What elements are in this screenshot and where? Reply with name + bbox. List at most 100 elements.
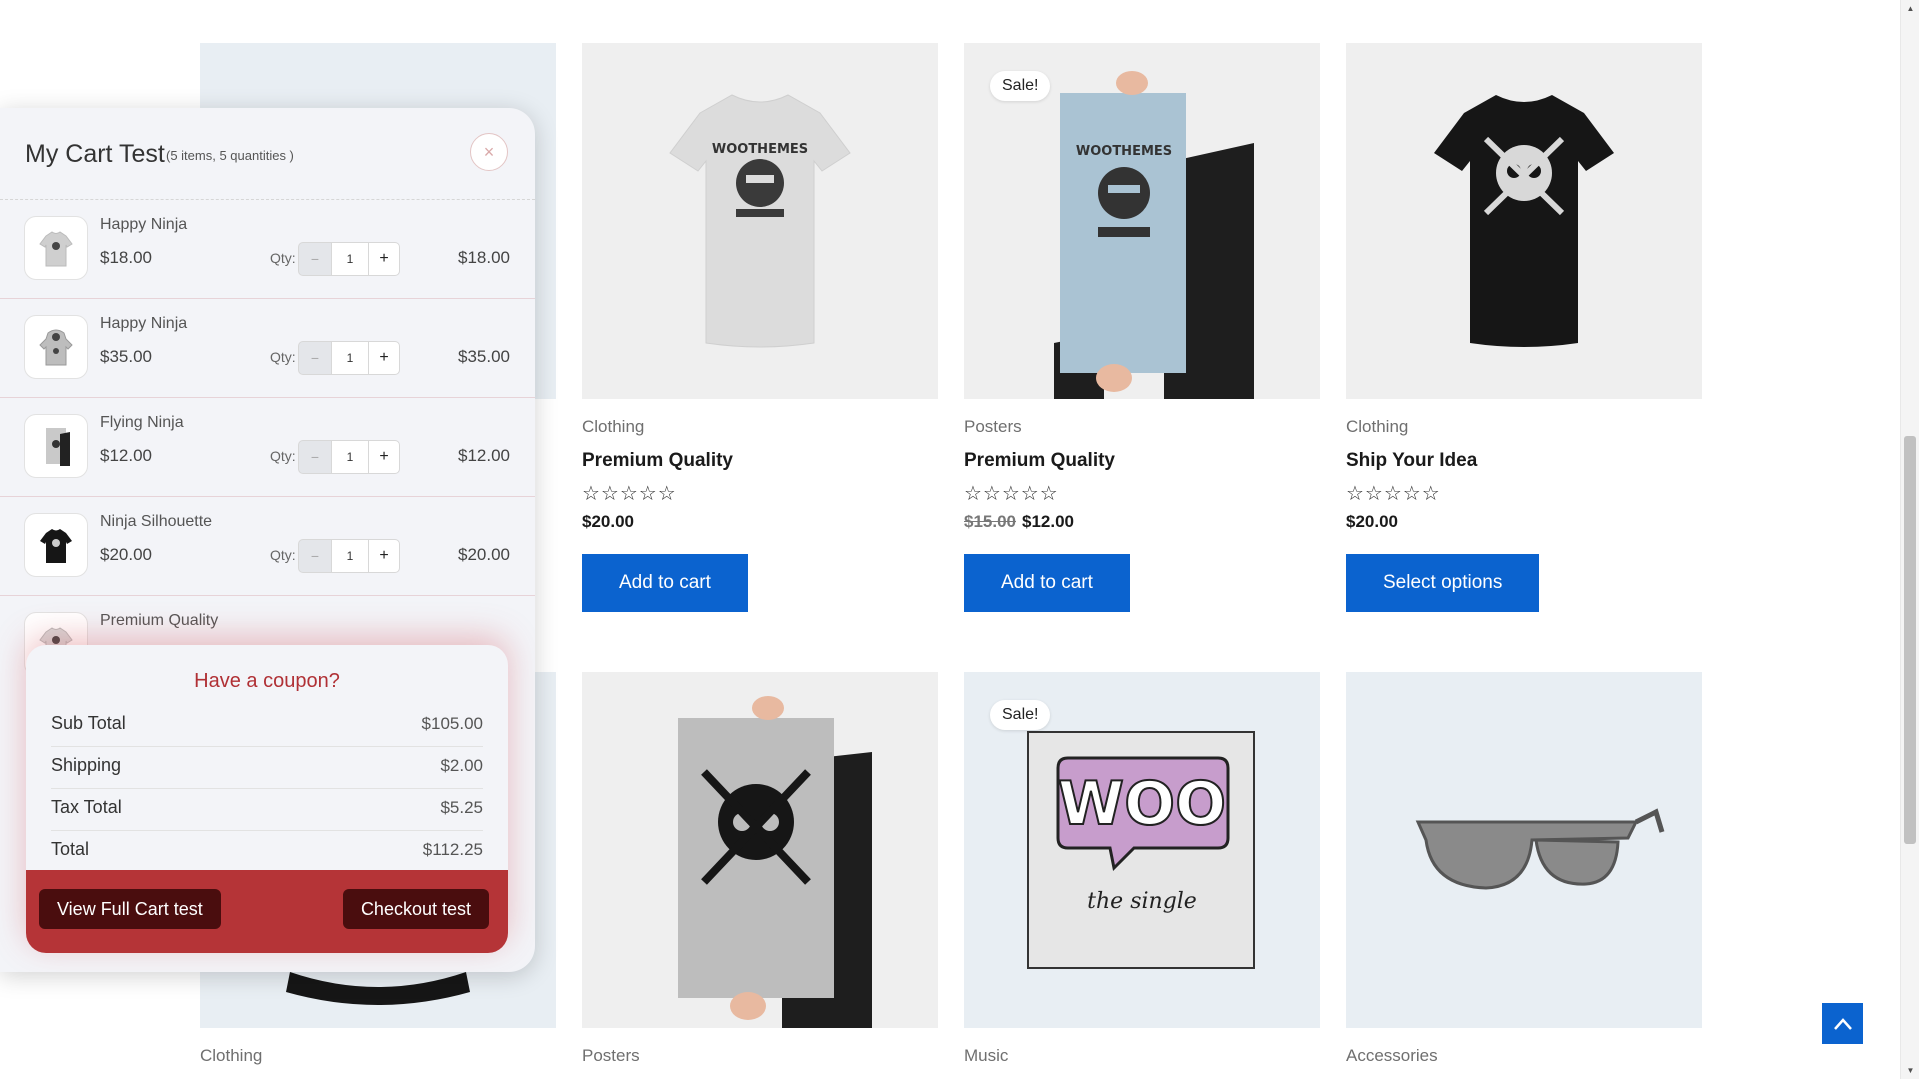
qty-input[interactable]: 1	[332, 341, 368, 375]
product-category[interactable]: Clothing	[582, 417, 644, 437]
cart-totals: Have a coupon? Sub Total $105.00 Shippin…	[26, 645, 508, 953]
sale-badge: Sale!	[990, 71, 1051, 101]
qty-decrease-button[interactable]: −	[298, 539, 332, 573]
scroll-down-icon[interactable]: ▼	[1901, 1062, 1919, 1079]
cart-item-thumbnail[interactable]	[24, 315, 88, 379]
cart-actions: View Full Cart test Checkout test	[26, 870, 508, 953]
cart-header: My Cart Test (5 items, 5 quantities ) ×	[0, 108, 535, 200]
cart-item-total: $18.00	[458, 248, 510, 267]
qty-label: Qty:	[270, 547, 296, 563]
product-image[interactable]: WOOTHEMES Sale!	[964, 43, 1320, 399]
qty-increase-button[interactable]: +	[368, 242, 400, 276]
single-art-text: the single	[1087, 889, 1197, 914]
cart-item: Happy Ninja $18.00 Qty: − 1 + $18.00	[0, 200, 535, 299]
cart-item-price: $20.00	[100, 545, 152, 564]
product-category[interactable]: Music	[964, 1046, 1008, 1066]
current-price: $20.00	[1346, 512, 1398, 531]
add-to-cart-button[interactable]: Add to cart	[582, 554, 748, 612]
product-image[interactable]: WOOTHEMES	[582, 43, 938, 399]
product-title[interactable]: Premium Quality	[964, 450, 1115, 472]
cart-item-name[interactable]: Happy Ninja	[100, 216, 187, 234]
cart-item-name[interactable]: Premium Quality	[100, 612, 218, 630]
coupon-link[interactable]: Have a coupon?	[26, 670, 508, 693]
tax-value: $5.25	[440, 798, 483, 817]
cart-item-name[interactable]: Ninja Silhouette	[100, 513, 212, 531]
total-label: Total	[51, 839, 90, 859]
cart-item-thumbnail[interactable]	[24, 216, 88, 280]
cart-count: (5 items, 5 quantities )	[166, 148, 294, 163]
shipping-row: Shipping $2.00	[51, 747, 483, 789]
cart-item: Flying Ninja $12.00 Qty: − 1 + $12.00	[0, 398, 535, 497]
qty-input[interactable]: 1	[332, 539, 368, 573]
sale-badge: Sale!	[990, 700, 1051, 730]
product-title[interactable]: Ship Your Idea	[1346, 450, 1477, 472]
cart-item-total: $35.00	[458, 347, 510, 366]
current-price: $20.00	[582, 512, 634, 531]
product-category[interactable]: Posters	[964, 417, 1022, 437]
rating-stars: ☆☆☆☆☆	[582, 483, 677, 505]
product-price: $20.00	[582, 512, 634, 532]
page-scrollbar[interactable]: ▲ ▼	[1900, 0, 1919, 1079]
cart-item-price: $18.00	[100, 248, 152, 267]
tax-row: Tax Total $5.25	[51, 789, 483, 831]
product-image[interactable]	[1346, 43, 1702, 399]
qty-input[interactable]: 1	[332, 440, 368, 474]
cart-item-price: $12.00	[100, 446, 152, 465]
total-row: Total $112.25	[51, 831, 483, 873]
product-image[interactable]: WOO the single Sale!	[964, 672, 1320, 1028]
product-price: $15.00 $12.00	[964, 512, 1074, 532]
product-image[interactable]	[582, 672, 938, 1028]
rating-stars: ☆☆☆☆☆	[964, 483, 1059, 505]
subtotal-label: Sub Total	[51, 713, 126, 733]
scroll-up-icon[interactable]: ▲	[1901, 0, 1919, 17]
qty-label: Qty:	[270, 349, 296, 365]
back-to-top-button[interactable]	[1822, 1003, 1863, 1044]
cart-item-thumbnail[interactable]	[24, 414, 88, 478]
product-image[interactable]	[1346, 672, 1702, 1028]
close-icon[interactable]: ×	[470, 133, 508, 171]
rating-stars: ☆☆☆☆☆	[1346, 483, 1441, 505]
cart-item-thumbnail[interactable]	[24, 513, 88, 577]
subtotal-value: $105.00	[421, 714, 483, 733]
cart-item-name[interactable]: Happy Ninja	[100, 315, 187, 333]
add-to-cart-button[interactable]: Add to cart	[964, 554, 1130, 612]
current-price: $12.00	[1022, 512, 1074, 531]
qty-decrease-button[interactable]: −	[298, 341, 332, 375]
qty-decrease-button[interactable]: −	[298, 242, 332, 276]
cart-item-name[interactable]: Flying Ninja	[100, 414, 184, 432]
old-price: $15.00	[964, 512, 1016, 531]
product-title[interactable]: Premium Quality	[582, 450, 733, 472]
chevron-up-icon	[1833, 1017, 1852, 1030]
cart-item-total: $12.00	[458, 446, 510, 465]
woo-art-text: WOO	[1058, 769, 1226, 839]
view-full-cart-button[interactable]: View Full Cart test	[39, 889, 221, 929]
side-cart-panel: My Cart Test (5 items, 5 quantities ) × …	[0, 108, 535, 972]
product-category[interactable]: Accessories	[1346, 1046, 1438, 1066]
cart-item-price: $35.00	[100, 347, 152, 366]
qty-decrease-button[interactable]: −	[298, 440, 332, 474]
select-options-button[interactable]: Select options	[1346, 554, 1540, 612]
qty-increase-button[interactable]: +	[368, 440, 400, 474]
qty-label: Qty:	[270, 250, 296, 266]
product-category[interactable]: Clothing	[200, 1046, 262, 1066]
tax-label: Tax Total	[51, 797, 122, 817]
qty-label: Qty:	[270, 448, 296, 464]
product-category[interactable]: Clothing	[1346, 417, 1408, 437]
shipping-label: Shipping	[51, 755, 122, 775]
qty-increase-button[interactable]: +	[368, 341, 400, 375]
total-value: $112.25	[422, 840, 483, 859]
cart-title: My Cart Test	[25, 140, 165, 168]
product-category[interactable]: Posters	[582, 1046, 640, 1066]
cart-item: Ninja Silhouette $20.00 Qty: − 1 + $20.0…	[0, 497, 535, 596]
svg-text:WOOTHEMES: WOOTHEMES	[1076, 144, 1172, 159]
product-price: $20.00	[1346, 512, 1398, 532]
qty-increase-button[interactable]: +	[368, 539, 400, 573]
svg-text:WOOTHEMES: WOOTHEMES	[712, 142, 808, 157]
cart-item: Happy Ninja $35.00 Qty: − 1 + $35.00	[0, 299, 535, 398]
scrollbar-thumb[interactable]	[1904, 436, 1916, 844]
shipping-value: $2.00	[440, 756, 483, 775]
qty-input[interactable]: 1	[332, 242, 368, 276]
checkout-button[interactable]: Checkout test	[342, 889, 489, 929]
cart-item-total: $20.00	[458, 545, 510, 564]
subtotal-row: Sub Total $105.00	[51, 705, 483, 747]
